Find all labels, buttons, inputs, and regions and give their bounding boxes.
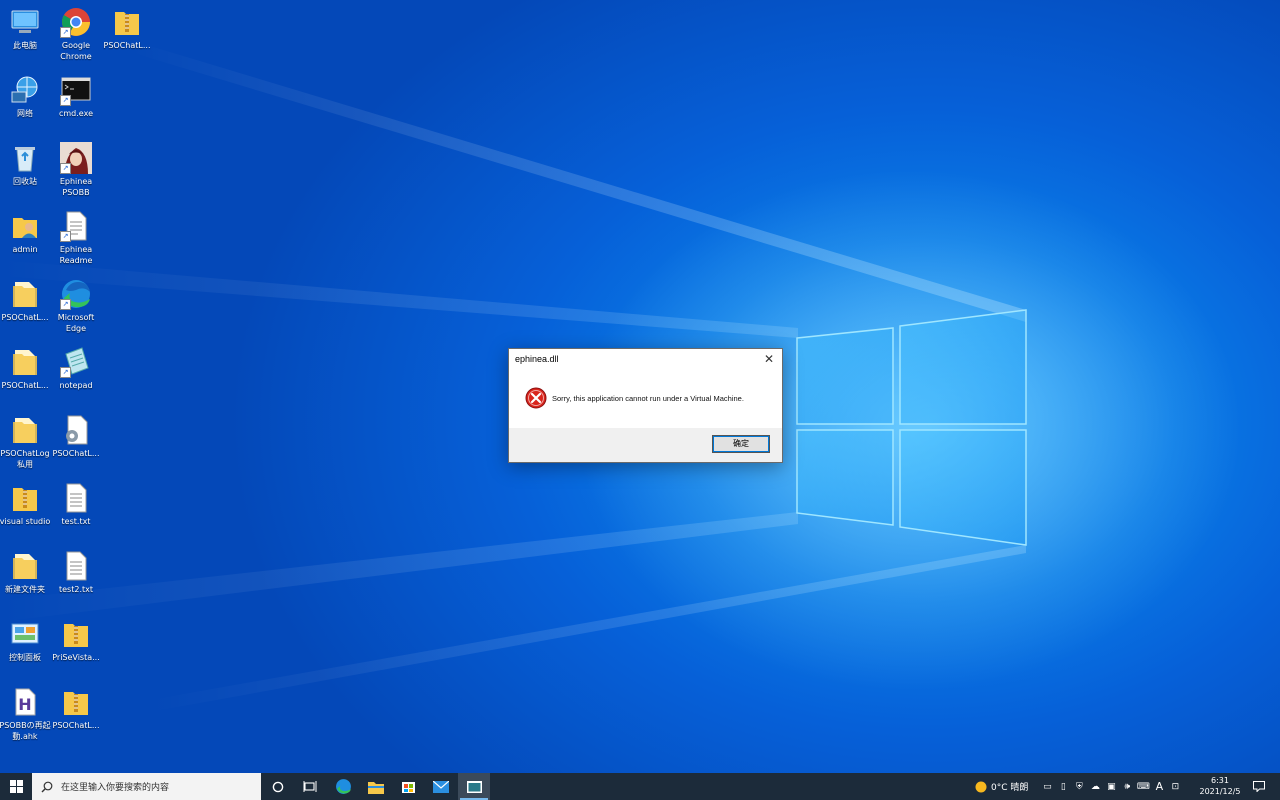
desktop-icon-psochatlog-zip-2[interactable]: PSOChatL... [51, 686, 101, 732]
taskbar: 在这里输入你要搜索的内容 0°C 晴朗 ▭ ▯ ⛨ ☁ ▣ 🕪 ⌨ A ⊡ 6:… [0, 773, 1280, 800]
recycle-bin-icon [9, 142, 41, 174]
folder-icon [9, 414, 41, 446]
desktop-icon-cmd[interactable]: ↗ cmd.exe [51, 74, 101, 120]
desktop-icon-new-folder[interactable]: 新建文件夹 [0, 550, 50, 596]
desktop-icon-psobb-restart-ahk[interactable]: H PSOBBの再起動.ahk [0, 686, 51, 742]
ahk-icon: H [9, 686, 41, 718]
zip-folder-icon [111, 6, 143, 38]
zip-folder-icon [60, 686, 92, 718]
clock-date: 2021/12/5 [1199, 787, 1241, 796]
taskbar-edge[interactable] [327, 773, 359, 800]
mail-icon [433, 780, 449, 793]
this-pc-icon [9, 6, 41, 38]
start-button[interactable] [0, 773, 32, 800]
folder-icon [9, 278, 41, 310]
desktop-icon-prisevista[interactable]: PriSeVista... [51, 618, 101, 664]
edge-icon [335, 779, 351, 794]
desktop-icon-this-pc[interactable]: 此电脑 [0, 6, 50, 52]
ephinea-icon: ↗ [60, 142, 92, 174]
svg-text:H: H [18, 695, 31, 714]
search-icon [41, 781, 53, 792]
clock-time: 6:31 [1211, 776, 1229, 785]
shortcut-arrow-icon: ↗ [60, 367, 71, 378]
error-dialog: ephinea.dll ✕ Sorry, this application ca… [508, 348, 783, 463]
text-file-icon [60, 482, 92, 514]
notepad-icon: ↗ [60, 346, 92, 378]
desktop-icon-google-chrome[interactable]: ↗ Google Chrome [51, 6, 101, 62]
desktop-icon-psochatlog-1[interactable]: PSOChatL... [0, 278, 50, 324]
windows-logo-icon [9, 780, 23, 793]
desktop-icon-psochatlog-private[interactable]: PSOChatLog 私用 [0, 414, 50, 470]
file-explorer-icon [368, 781, 384, 794]
notification-icon [1253, 781, 1265, 792]
shortcut-arrow-icon: ↗ [60, 299, 71, 310]
desktop-icon-recycle-bin[interactable]: 回收站 [0, 142, 50, 188]
dialog-message: Sorry, this application cannot run under… [552, 394, 744, 403]
desktop-icon-psochatlog-settings[interactable]: PSOChatL... [51, 414, 101, 460]
desktop-icon-notepad[interactable]: ↗ notepad [51, 346, 101, 392]
taskbar-file-explorer[interactable] [360, 773, 392, 800]
desktop-icon-test-txt[interactable]: test.txt [51, 482, 101, 528]
action-center-button[interactable] [1250, 773, 1268, 800]
cortana-button[interactable] [262, 773, 294, 800]
search-placeholder: 在这里输入你要搜索的内容 [61, 783, 170, 793]
task-view-button[interactable] [294, 773, 326, 800]
taskbar-mail[interactable] [425, 773, 457, 800]
folder-icon [9, 550, 41, 582]
weather-sun-icon[interactable] [975, 781, 987, 793]
desktop-icon-microsoft-edge[interactable]: ↗ Microsoft Edge [51, 278, 101, 334]
edge-icon: ↗ [60, 278, 92, 310]
zip-folder-icon [60, 618, 92, 650]
settings-file-icon [60, 414, 92, 446]
taskbar-search-box[interactable]: 在这里输入你要搜索的内容 [32, 773, 261, 800]
shortcut-arrow-icon: ↗ [60, 27, 71, 38]
chrome-icon: ↗ [60, 6, 92, 38]
keyboard-icon[interactable]: ▭ [1040, 773, 1054, 800]
ok-button[interactable]: 确定 [712, 435, 770, 453]
desktop-icon-control-panel[interactable]: 控制面板 [0, 618, 50, 664]
text-file-icon [60, 550, 92, 582]
desktop-icon-network[interactable]: 网络 [0, 74, 50, 120]
display-icon[interactable]: ▣ [1104, 773, 1118, 800]
network-icon[interactable]: ⌨ [1136, 773, 1150, 800]
weather-text[interactable]: 0°C 晴朗 [991, 780, 1028, 793]
desktop-icon-visual-studio[interactable]: visual studio [0, 482, 50, 528]
dialog-close-button[interactable]: ✕ [761, 351, 777, 367]
shortcut-arrow-icon: ↗ [60, 163, 71, 174]
system-tray: 0°C 晴朗 ▭ ▯ ⛨ ☁ ▣ 🕪 ⌨ A ⊡ [975, 773, 1182, 800]
dialog-footer: 确定 [509, 428, 782, 462]
cortana-circle-icon [272, 781, 284, 792]
desktop: 此电脑 网络 回收站 admin PSOChatL... PSOChatL... [0, 0, 1280, 773]
desktop-icon-ephinea-readme[interactable]: ↗ Ephinea Readme [51, 210, 101, 266]
taskbar-store[interactable] [392, 773, 424, 800]
shortcut-arrow-icon: ↗ [60, 95, 71, 106]
desktop-icon-test2-txt[interactable]: test2.txt [51, 550, 101, 596]
user-folder-icon [9, 210, 41, 242]
taskbar-active-app[interactable] [458, 773, 490, 800]
ime-mode-icon[interactable]: ⊡ [1168, 773, 1182, 800]
error-icon [525, 387, 547, 409]
network-icon [9, 74, 41, 106]
desktop-icon-psochatlog-2[interactable]: PSOChatL... [0, 346, 50, 392]
cmd-icon: ↗ [60, 74, 92, 106]
desktop-icon-ephinea-psobb[interactable]: ↗ Ephinea PSOBB [51, 142, 101, 198]
task-view-icon [303, 780, 317, 792]
folder-icon [9, 346, 41, 378]
dialog-window-icon [466, 780, 482, 793]
desktop-icon-psochatlog-zip-1[interactable]: PSOChatL... [102, 6, 152, 52]
document-icon: ↗ [60, 210, 92, 242]
taskbar-clock[interactable]: 6:31 2021/12/5 [1193, 775, 1247, 797]
ime-indicator[interactable]: A [1152, 773, 1166, 800]
volume-icon[interactable]: 🕪 [1120, 773, 1134, 800]
store-icon [401, 782, 415, 793]
zip-folder-icon [9, 482, 41, 514]
desktop-icon-admin[interactable]: admin [0, 210, 50, 256]
cloud-icon[interactable]: ☁ [1088, 773, 1102, 800]
shortcut-arrow-icon: ↗ [60, 231, 71, 242]
security-shield-icon[interactable]: ⛨ [1072, 773, 1086, 800]
dialog-title: ephinea.dll [515, 354, 559, 364]
usb-icon[interactable]: ▯ [1056, 773, 1070, 800]
control-panel-icon [9, 618, 41, 650]
